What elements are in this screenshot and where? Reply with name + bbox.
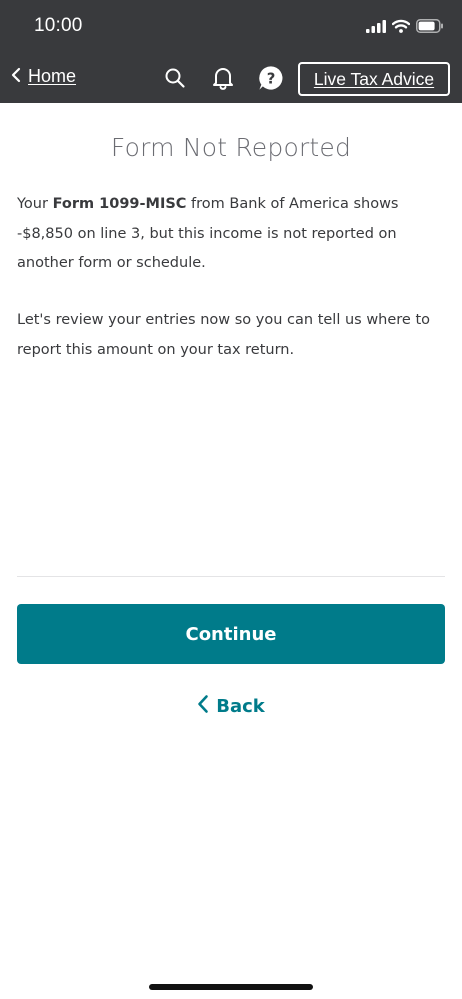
form-name: Form 1099-MISC <box>52 196 187 212</box>
back-button[interactable]: Back <box>0 690 462 722</box>
status-icons <box>366 18 444 37</box>
status-time: 10:00 <box>34 15 83 36</box>
back-label: Back <box>216 695 265 717</box>
chevron-left-icon <box>197 694 209 719</box>
nav-bar: Home ? Live Tax Advice <box>0 54 462 103</box>
home-indicator <box>149 984 313 990</box>
help-glyph: ? <box>267 70 276 88</box>
instruction-paragraph: Let's review your entries now so you can… <box>17 312 431 358</box>
description-paragraph: Your Form 1099-MISC from Bank of America… <box>17 190 447 279</box>
divider <box>17 576 445 577</box>
description-prefix: Your <box>17 196 53 212</box>
search-icon[interactable] <box>162 65 188 91</box>
chevron-left-icon <box>10 67 22 87</box>
status-bar: 10:00 <box>0 0 462 54</box>
help-icon[interactable]: ? <box>258 65 284 91</box>
live-tax-advice-button[interactable]: Live Tax Advice <box>298 62 450 96</box>
continue-button[interactable]: Continue <box>17 604 445 664</box>
signal-icon <box>366 18 386 37</box>
bell-icon[interactable] <box>210 65 236 91</box>
home-back-link[interactable]: Home <box>10 66 76 87</box>
wifi-icon <box>391 18 411 37</box>
page-title: Form Not Reported <box>110 133 352 162</box>
home-back-label: Home <box>28 66 77 86</box>
battery-icon <box>416 18 444 37</box>
